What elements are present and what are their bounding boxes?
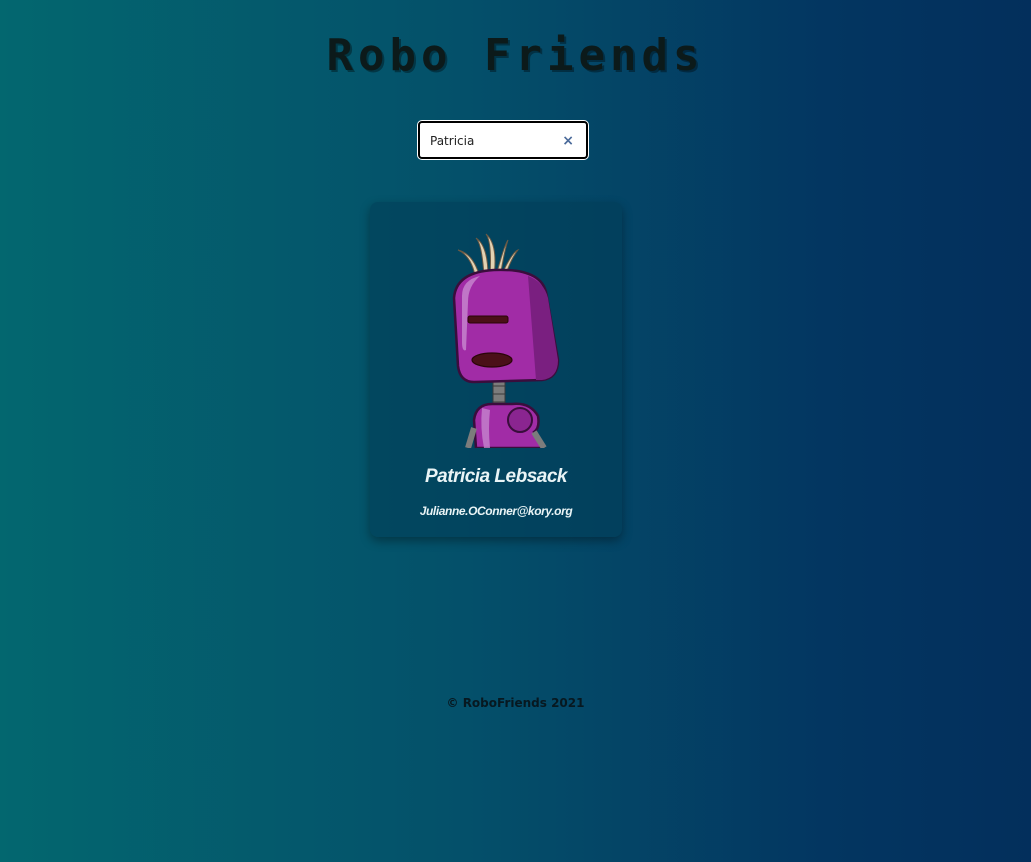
robot-email: Julianne.OConner@kory.org <box>419 504 573 518</box>
footer-copyright: © RoboFriends 2021 <box>446 696 585 710</box>
search-box[interactable]: × <box>418 121 588 159</box>
robot-name: Patricia Lebsack <box>425 466 567 487</box>
search-input[interactable] <box>430 131 560 151</box>
robot-avatar-image <box>452 233 560 448</box>
app-title: Robo Friends <box>326 30 705 81</box>
clear-search-icon[interactable]: × <box>562 132 574 150</box>
robot-card[interactable]: Patricia Lebsack Julianne.OConner@kory.o… <box>370 202 622 537</box>
